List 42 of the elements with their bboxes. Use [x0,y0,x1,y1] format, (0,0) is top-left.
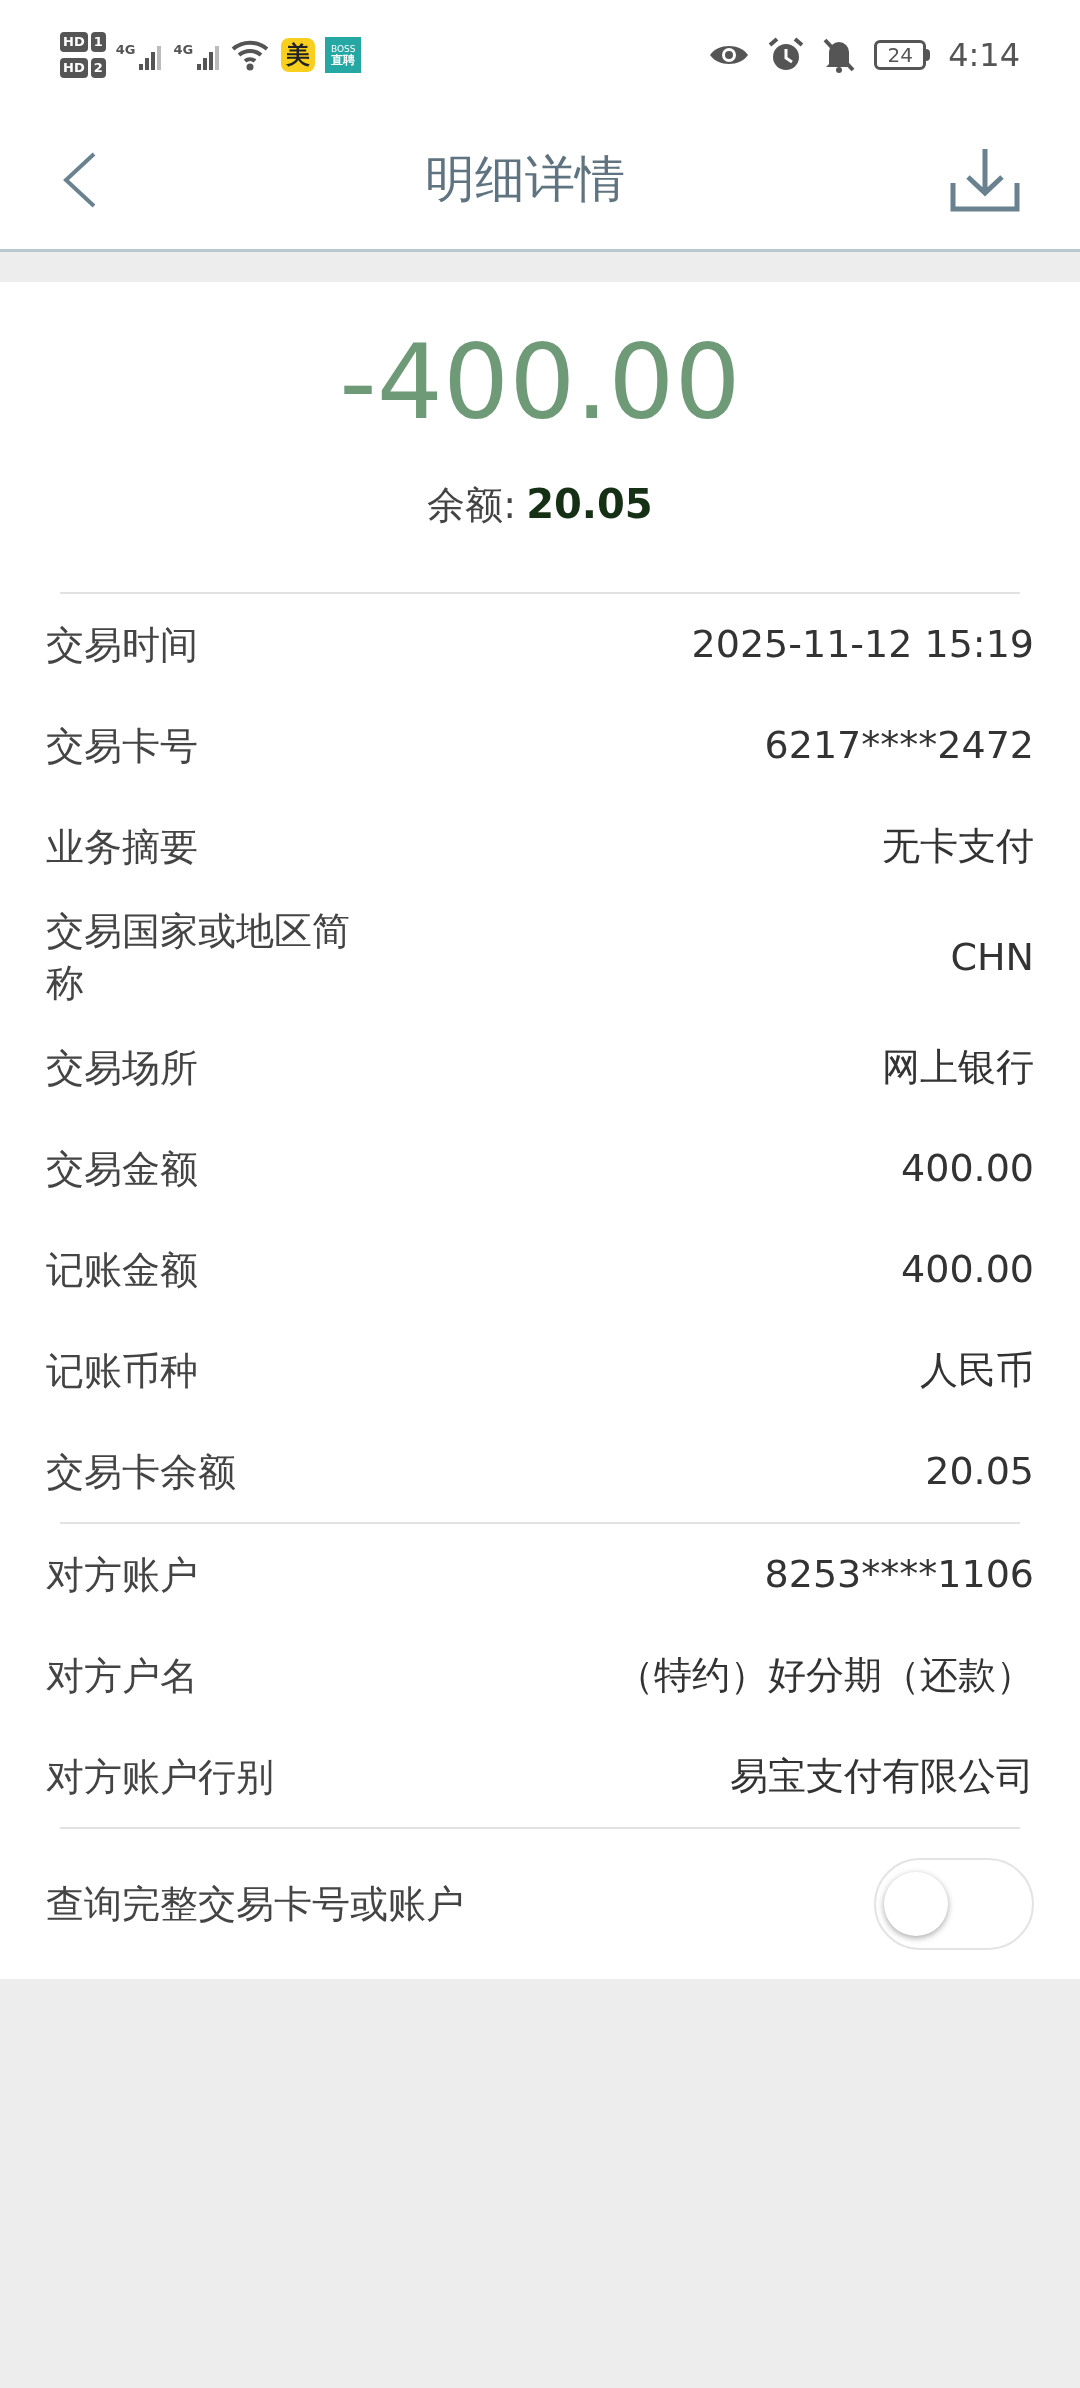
network-label: 4G [173,41,194,59]
field-value: 8253****1106 [764,1551,1034,1598]
field-value: 人民币 [920,1347,1034,1394]
battery-indicator: 24 [874,40,931,70]
balance-value: 20.05 [526,480,653,529]
field-label: 对方户名 [46,1652,198,1700]
field-value: （特约）好分期（还款） [616,1652,1034,1699]
clock-time: 4:14 [948,35,1020,76]
field-label: 交易国家或地区简称 [46,908,351,1007]
field-value: 20.05 [925,1448,1034,1495]
field-value: CHN [950,933,1034,981]
field-label: 对方账户行别 [46,1753,274,1801]
amount-text: -400.00 [339,322,741,442]
toggle-label: 查询完整交易卡号或账户 [46,1880,464,1928]
field-label: 交易卡号 [46,722,198,770]
sim-slot: 2 [90,58,106,78]
app-badge: 美 [281,38,316,72]
balance-label: 余额: [427,482,517,529]
sim-label: HD [60,58,88,78]
field-label: 记账币种 [46,1347,198,1395]
field-value: 400.00 [901,1246,1034,1293]
sim-slot: 1 [90,32,106,52]
field-value: 网上银行 [882,1044,1034,1091]
field-label: 交易时间 [46,621,198,669]
app-badge: BOSS 直聘 [325,37,362,73]
field-value: 6217****2472 [764,722,1034,769]
field-label: 交易金额 [46,1145,198,1193]
field-label: 业务摘要 [46,823,198,871]
field-value: 易宝支付有限公司 [730,1753,1034,1800]
alarm-icon [768,37,805,73]
page-title: 明细详情 [425,149,625,210]
field-value: 400.00 [901,1145,1034,1192]
field-label: 交易卡余额 [46,1448,236,1496]
download-icon[interactable] [950,146,1020,213]
field-label: 交易场所 [46,1044,198,1092]
field-label: 对方账户 [46,1551,198,1599]
sim-label: HD [60,32,88,52]
muted-bell-icon [822,37,857,73]
field-label: 记账金额 [46,1246,198,1294]
network-label: 4G [115,41,136,59]
field-value: 无卡支付 [882,823,1034,870]
field-value: 2025-11-12 15:19 [691,621,1034,668]
